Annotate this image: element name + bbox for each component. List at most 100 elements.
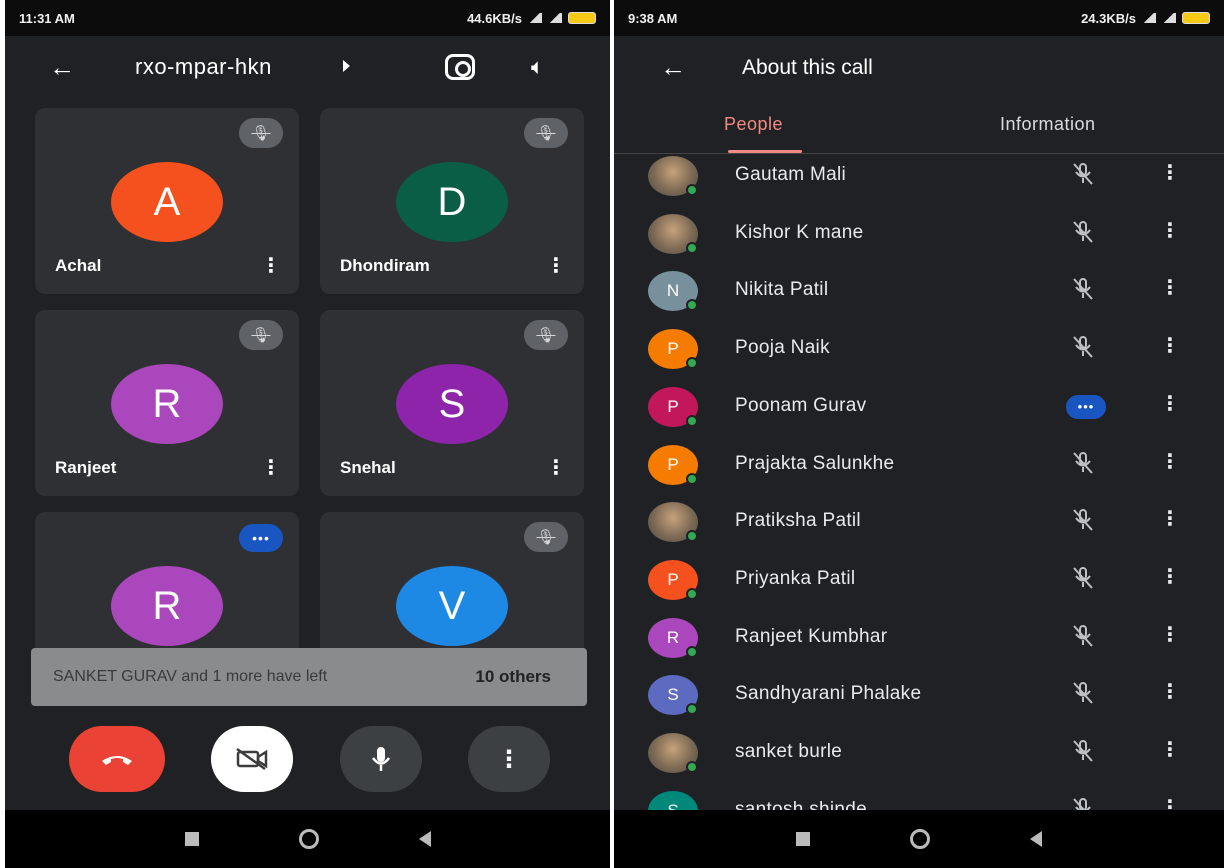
home-icon[interactable]: [298, 829, 319, 849]
online-status-icon: [686, 241, 698, 254]
person-name: Prajakta Salunkhe: [735, 452, 895, 474]
avatar: S: [648, 790, 698, 812]
online-status-icon: [686, 299, 698, 312]
person-name: Kishor K mane: [735, 221, 864, 243]
participant-tile[interactable]: S Snehal ⋮ 🎙︎: [320, 310, 584, 496]
person-row[interactable]: P Priyanka Patil ⋮: [614, 550, 1224, 608]
mic-off-icon[interactable]: [1070, 624, 1096, 653]
more-vert-icon[interactable]: ⋮: [1160, 160, 1180, 185]
person-name: Pooja Naik: [735, 337, 830, 359]
more-vert-icon[interactable]: ⋮: [546, 253, 566, 278]
more-vert-icon[interactable]: ⋮: [1160, 218, 1180, 243]
more-vert-icon[interactable]: ⋮: [1160, 737, 1180, 762]
participant-tile[interactable]: A Achal ⋮ 🎙︎: [35, 108, 299, 294]
tab-people[interactable]: People: [724, 114, 783, 135]
mic-off-icon[interactable]: [1070, 335, 1096, 364]
network-speed: 24.3KB/s: [1081, 10, 1136, 26]
call-header: ← rxo-mpar-hkn 🔈︎: [5, 36, 610, 98]
mic-off-icon[interactable]: [1070, 162, 1096, 191]
avatar: S: [396, 364, 508, 444]
online-status-icon: [686, 703, 698, 716]
home-icon[interactable]: [910, 829, 930, 849]
phone-hangup-icon: [102, 756, 132, 765]
more-vert-icon[interactable]: ⋮: [261, 455, 281, 480]
network-speed: 44.6KB/s: [467, 10, 522, 26]
participant-name: Dhondiram: [340, 256, 430, 275]
others-count[interactable]: 10 others: [475, 667, 551, 687]
more-vert-icon[interactable]: ⋮: [1160, 622, 1180, 647]
signal-icon: [528, 13, 542, 23]
end-call-button[interactable]: [69, 726, 165, 792]
person-name: sanket burle: [735, 741, 843, 762]
recent-apps-icon[interactable]: [796, 832, 810, 846]
mic-off-icon[interactable]: [1070, 739, 1096, 768]
online-status-icon: [686, 645, 698, 658]
page-title: About this call: [742, 56, 873, 79]
speaking-indicator-icon: •••: [239, 524, 283, 552]
status-bar: 9:38 AM 24.3KB/s: [614, 0, 1224, 36]
more-vert-icon[interactable]: ⋮: [1160, 679, 1180, 704]
more-vert-icon[interactable]: ⋮: [1160, 275, 1180, 300]
person-row[interactable]: N Nikita Patil ⋮: [614, 261, 1224, 319]
back-arrow-icon[interactable]: ←: [660, 52, 686, 83]
more-vert-icon[interactable]: ⋮: [1160, 564, 1180, 589]
avatar: D: [396, 162, 508, 242]
mic-off-icon[interactable]: [1070, 508, 1096, 537]
participant-tile[interactable]: R Ranjeet ⋮ 🎙︎: [35, 310, 299, 496]
person-name: Nikita Patil: [735, 279, 829, 301]
more-vert-icon[interactable]: ⋮: [1160, 449, 1180, 474]
tab-information[interactable]: Information: [1000, 114, 1096, 135]
online-status-icon: [686, 184, 698, 196]
back-arrow-icon[interactable]: ←: [49, 52, 75, 83]
online-status-icon: [686, 414, 698, 427]
mic-off-icon: 🎙︎: [524, 118, 568, 148]
status-time: 9:38 AM: [628, 10, 678, 26]
person-row[interactable]: Ssantosh shinde ⋮: [614, 781, 1224, 812]
person-name: Pratiksha Patil: [735, 510, 861, 532]
camera-toggle-button[interactable]: [211, 726, 293, 792]
mic-off-icon[interactable]: [1070, 566, 1096, 595]
about-call-screen: 9:38 AM 24.3KB/s ← About this call Peopl…: [614, 0, 1224, 868]
person-row[interactable]: Gautam Mali ⋮: [614, 146, 1224, 204]
more-vert-icon[interactable]: ⋮: [1160, 333, 1180, 358]
android-nav-bar: [614, 810, 1224, 868]
person-name: Sandhyarani Phalake: [735, 683, 922, 705]
more-vert-icon[interactable]: ⋮: [1160, 391, 1180, 416]
participant-name: Ranjeet: [55, 458, 117, 477]
person-row[interactable]: P Poonam Gurav ••• ⋮: [614, 377, 1224, 435]
mic-icon: [371, 747, 391, 771]
person-row[interactable]: Kishor K mane ⋮: [614, 204, 1224, 262]
more-vert-icon[interactable]: ⋮: [546, 455, 566, 480]
switch-camera-icon[interactable]: [445, 54, 475, 80]
person-row[interactable]: Pratiksha Patil ⋮: [614, 492, 1224, 550]
meeting-code[interactable]: rxo-mpar-hkn: [135, 54, 272, 80]
more-options-button[interactable]: ⋮: [468, 726, 550, 792]
more-vert-icon[interactable]: ⋮: [1160, 506, 1180, 531]
person-row[interactable]: R Ranjeet Kumbhar ⋮: [614, 608, 1224, 666]
mic-off-icon[interactable]: [1070, 277, 1096, 306]
participant-name: Achal: [55, 256, 102, 275]
person-name: Gautam Mali: [735, 164, 847, 185]
person-name: Priyanka Patil: [735, 567, 856, 589]
chevron-right-icon[interactable]: [343, 60, 350, 72]
avatar: A: [111, 162, 223, 242]
person-row[interactable]: P Prajakta Salunkhe ⋮: [614, 435, 1224, 493]
mic-off-icon[interactable]: [1070, 681, 1096, 710]
person-row[interactable]: P Pooja Naik ⋮: [614, 319, 1224, 377]
android-nav-bar: [5, 810, 610, 868]
mic-off-icon: 🎙︎: [239, 118, 283, 148]
person-row[interactable]: S Sandhyarani Phalake ⋮: [614, 665, 1224, 723]
more-vert-icon[interactable]: ⋮: [261, 253, 281, 278]
person-row[interactable]: sanket burle ⋮: [614, 723, 1224, 781]
microphone-button[interactable]: [340, 726, 422, 792]
speaking-indicator-icon: •••: [1066, 394, 1106, 419]
mic-off-icon[interactable]: [1070, 451, 1096, 480]
participant-tile[interactable]: D Dhondiram ⋮ 🎙︎: [320, 108, 584, 294]
participant-name: Snehal: [340, 458, 396, 477]
nav-back-icon[interactable]: [1030, 831, 1042, 847]
recent-apps-icon[interactable]: [184, 832, 199, 846]
nav-back-icon[interactable]: [418, 831, 431, 847]
mic-off-icon[interactable]: [1070, 220, 1096, 249]
avatar: R: [111, 364, 223, 444]
speaker-icon[interactable]: 🔈︎: [531, 54, 544, 80]
